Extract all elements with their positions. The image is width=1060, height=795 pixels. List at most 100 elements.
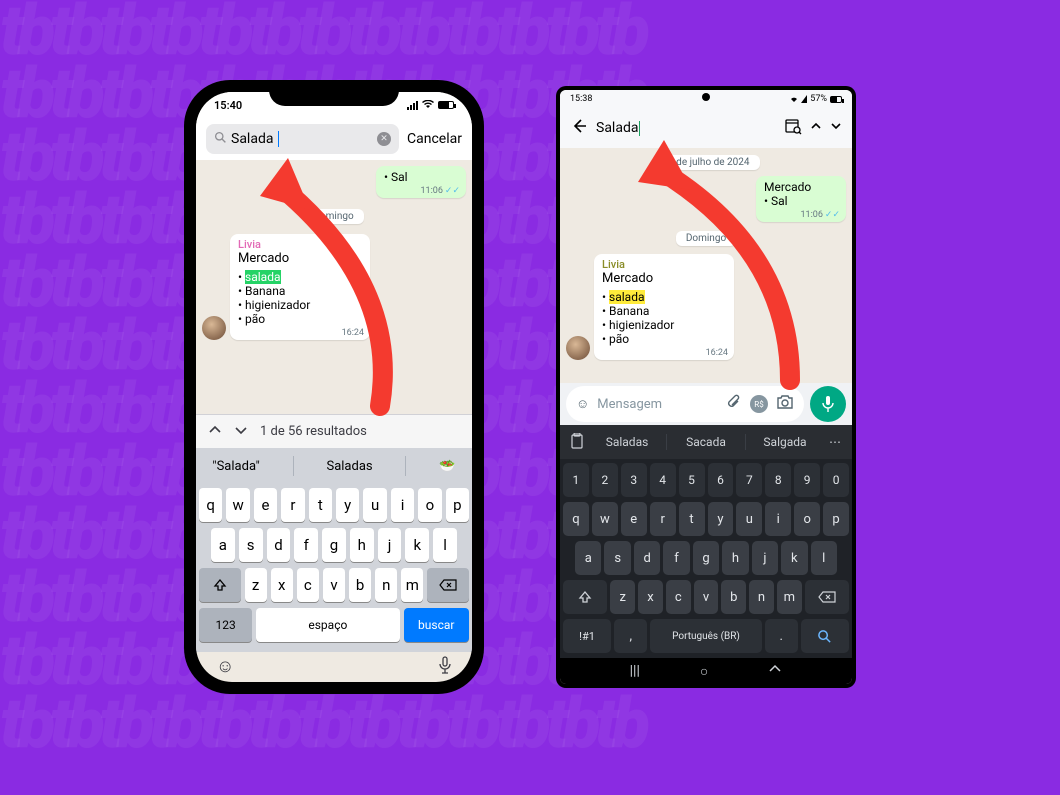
outgoing-message[interactable]: Sal 11:06✓✓ xyxy=(376,166,466,198)
key-z[interactable]: z xyxy=(245,568,267,602)
backspace-key[interactable] xyxy=(805,580,849,614)
back-arrow-icon[interactable] xyxy=(570,117,588,139)
key-p[interactable]: p xyxy=(446,488,469,522)
key-e[interactable]: e xyxy=(254,488,277,522)
search-key[interactable]: buscar xyxy=(404,608,470,642)
prev-result-icon[interactable] xyxy=(810,120,822,136)
key-k[interactable]: k xyxy=(781,541,807,575)
backspace-key[interactable] xyxy=(427,568,469,602)
search-key[interactable] xyxy=(801,619,849,653)
key-2[interactable]: 2 xyxy=(592,463,618,497)
calendar-search-icon[interactable] xyxy=(784,117,802,139)
key-t[interactable]: t xyxy=(309,488,332,522)
key-5[interactable]: 5 xyxy=(679,463,705,497)
nav-home-icon[interactable]: ○ xyxy=(700,663,708,680)
dictation-icon[interactable] xyxy=(438,656,452,679)
key-w[interactable]: w xyxy=(226,488,249,522)
key-r[interactable]: r xyxy=(650,502,676,536)
key-c[interactable]: c xyxy=(297,568,319,602)
nav-recents-icon[interactable]: ||| xyxy=(630,663,640,679)
suggestion-item[interactable]: Sacada xyxy=(673,435,739,449)
key-0[interactable]: 0 xyxy=(823,463,849,497)
key-i[interactable]: i xyxy=(765,502,791,536)
key-q[interactable]: q xyxy=(199,488,222,522)
key-e[interactable]: e xyxy=(621,502,647,536)
key-a[interactable]: a xyxy=(575,541,601,575)
key-u[interactable]: u xyxy=(736,502,762,536)
clear-search-icon[interactable]: ✕ xyxy=(377,132,391,146)
incoming-message[interactable]: Livia Mercado salada Banana higienizador… xyxy=(230,234,370,340)
key-o[interactable]: o xyxy=(794,502,820,536)
suggestion-item[interactable]: Saladas xyxy=(594,435,660,449)
ios-search-field[interactable]: Salada ✕ xyxy=(206,124,399,154)
key-x[interactable]: x xyxy=(638,580,663,614)
key-o[interactable]: o xyxy=(418,488,441,522)
suggestion-item[interactable]: Salgada xyxy=(752,435,818,449)
key-g[interactable]: g xyxy=(693,541,719,575)
more-suggestions-icon[interactable]: ⋯ xyxy=(824,435,846,449)
space-key[interactable]: Português (BR) xyxy=(650,619,761,653)
key-h[interactable]: h xyxy=(722,541,748,575)
incoming-message[interactable]: Livia Mercado salada Banana higienizador… xyxy=(594,254,734,360)
key-n[interactable]: n xyxy=(749,580,774,614)
key-t[interactable]: t xyxy=(679,502,705,536)
key-k[interactable]: k xyxy=(405,528,429,562)
key-v[interactable]: v xyxy=(323,568,345,602)
outgoing-message[interactable]: Mercado Sal 11:06✓✓ xyxy=(756,176,846,222)
next-result-icon[interactable] xyxy=(234,423,248,441)
key-a[interactable]: a xyxy=(211,528,235,562)
emoji-icon[interactable]: ☺ xyxy=(576,396,589,412)
key-f[interactable]: f xyxy=(294,528,318,562)
key-1[interactable]: 1 xyxy=(563,463,589,497)
key-4[interactable]: 4 xyxy=(650,463,676,497)
key-7[interactable]: 7 xyxy=(736,463,762,497)
key-f[interactable]: f xyxy=(663,541,689,575)
key-v[interactable]: v xyxy=(694,580,719,614)
clipboard-icon[interactable] xyxy=(566,433,588,452)
key-s[interactable]: s xyxy=(239,528,263,562)
key-m[interactable]: m xyxy=(777,580,802,614)
key-w[interactable]: w xyxy=(592,502,618,536)
key-j[interactable]: j xyxy=(378,528,402,562)
key-c[interactable]: c xyxy=(666,580,691,614)
message-input[interactable]: ☺ Mensagem R$ xyxy=(566,386,804,422)
key-b[interactable]: b xyxy=(721,580,746,614)
attach-icon[interactable] xyxy=(726,394,742,414)
key-p[interactable]: p xyxy=(823,502,849,536)
key-3[interactable]: 3 xyxy=(621,463,647,497)
cancel-button[interactable]: Cancelar xyxy=(407,131,462,147)
emoji-key-icon[interactable]: ☺ xyxy=(216,656,234,679)
key-x[interactable]: x xyxy=(271,568,293,602)
key-g[interactable]: g xyxy=(322,528,346,562)
suggestion-item[interactable]: "Salada" xyxy=(212,459,259,474)
key-d[interactable]: d xyxy=(634,541,660,575)
key-u[interactable]: u xyxy=(363,488,386,522)
key-j[interactable]: j xyxy=(752,541,778,575)
key-i[interactable]: i xyxy=(391,488,414,522)
comma-key[interactable]: , xyxy=(614,619,647,653)
key-z[interactable]: z xyxy=(610,580,635,614)
key-b[interactable]: b xyxy=(349,568,371,602)
key-8[interactable]: 8 xyxy=(765,463,791,497)
shift-key[interactable] xyxy=(199,568,241,602)
key-n[interactable]: n xyxy=(375,568,397,602)
key-y[interactable]: y xyxy=(336,488,359,522)
key-d[interactable]: d xyxy=(267,528,291,562)
payment-icon[interactable]: R$ xyxy=(750,395,768,413)
key-h[interactable]: h xyxy=(350,528,374,562)
suggestion-emoji[interactable]: 🥗 xyxy=(439,459,455,474)
key-y[interactable]: y xyxy=(708,502,734,536)
suggestion-item[interactable]: Saladas xyxy=(326,459,372,474)
mic-button[interactable] xyxy=(810,386,846,422)
symbols-key[interactable]: !#1 xyxy=(563,619,611,653)
key-r[interactable]: r xyxy=(281,488,304,522)
shift-key[interactable] xyxy=(563,580,607,614)
period-key[interactable]: . xyxy=(765,619,798,653)
key-s[interactable]: s xyxy=(604,541,630,575)
nav-keyboard-hide-icon[interactable] xyxy=(768,663,782,679)
key-m[interactable]: m xyxy=(401,568,423,602)
key-9[interactable]: 9 xyxy=(794,463,820,497)
key-l[interactable]: l xyxy=(811,541,837,575)
key-l[interactable]: l xyxy=(433,528,457,562)
space-key[interactable]: espaço xyxy=(256,608,399,642)
